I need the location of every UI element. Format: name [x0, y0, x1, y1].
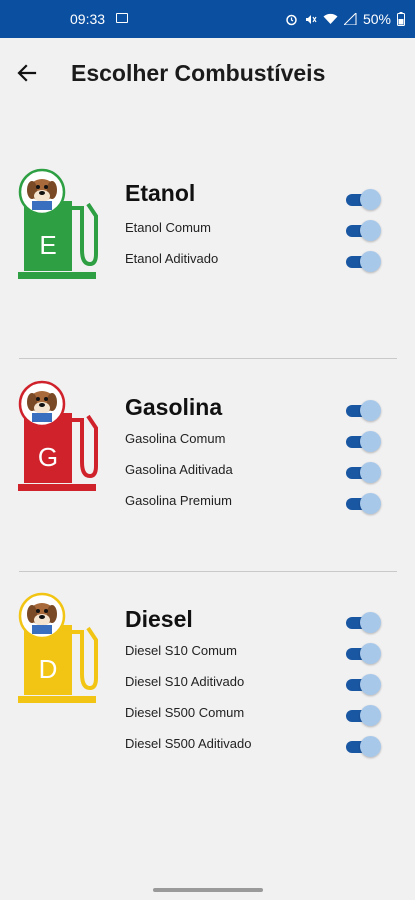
etanol-pump-icon: E: [18, 168, 98, 279]
gesture-nav-bar[interactable]: [153, 888, 263, 892]
option-label: Diesel S500 Aditivado: [125, 736, 252, 751]
option-label: Gasolina Aditivada: [125, 462, 233, 477]
battery-icon: [397, 12, 405, 26]
toggle-diesel-s500-comum[interactable]: [346, 704, 381, 726]
toggle-gasolina-aditivada[interactable]: [346, 461, 381, 483]
option-label: Diesel S500 Comum: [125, 705, 245, 720]
alarm-icon: [286, 14, 297, 25]
fuel-title: Diesel: [125, 606, 193, 632]
section-divider: [19, 571, 397, 572]
option-label: Diesel S10 Aditivado: [125, 674, 245, 689]
status-bar: 09:33 50%: [0, 0, 415, 38]
option-label: Gasolina Comum: [125, 431, 226, 446]
wifi-icon: [323, 13, 338, 24]
toggle-etanol[interactable]: [346, 188, 381, 210]
toggle-etanol-comum[interactable]: [346, 219, 381, 241]
toggle-diesel-s500-aditivado[interactable]: [346, 735, 381, 757]
gallery-notification-icon: [116, 13, 128, 23]
option-label: Etanol Aditivado: [125, 251, 219, 266]
battery-text: 50%: [362, 11, 391, 27]
section-divider: [19, 358, 397, 359]
option-label: Etanol Comum: [125, 220, 211, 235]
status-icons: 50%: [285, 11, 405, 27]
toggle-diesel-s10-aditivado[interactable]: [346, 673, 381, 695]
fuel-title: Etanol: [125, 180, 196, 206]
toggle-diesel-s10-comum[interactable]: [346, 642, 381, 664]
option-label: Gasolina Premium: [125, 493, 232, 508]
signal-icon: [343, 13, 357, 25]
pump-letter: E: [39, 230, 56, 260]
pump-letter: D: [39, 654, 58, 684]
toggle-diesel[interactable]: [346, 611, 381, 633]
toggle-gasolina-premium[interactable]: [346, 492, 381, 514]
pump-letter: G: [38, 442, 58, 472]
option-label: Diesel S10 Comum: [125, 643, 237, 658]
back-arrow-icon[interactable]: [14, 60, 40, 86]
gasolina-pump-icon: G: [18, 380, 98, 491]
status-time: 09:33: [70, 11, 106, 27]
diesel-pump-icon: D: [18, 592, 98, 703]
fuel-title: Gasolina: [125, 394, 223, 420]
toggle-gasolina[interactable]: [346, 399, 381, 421]
page-title: Escolher Combustíveis: [71, 60, 326, 86]
app-bar: Escolher Combustíveis: [0, 38, 415, 108]
toggle-etanol-aditivado[interactable]: [346, 250, 381, 272]
toggle-gasolina-comum[interactable]: [346, 430, 381, 452]
mute-icon: [305, 14, 317, 24]
